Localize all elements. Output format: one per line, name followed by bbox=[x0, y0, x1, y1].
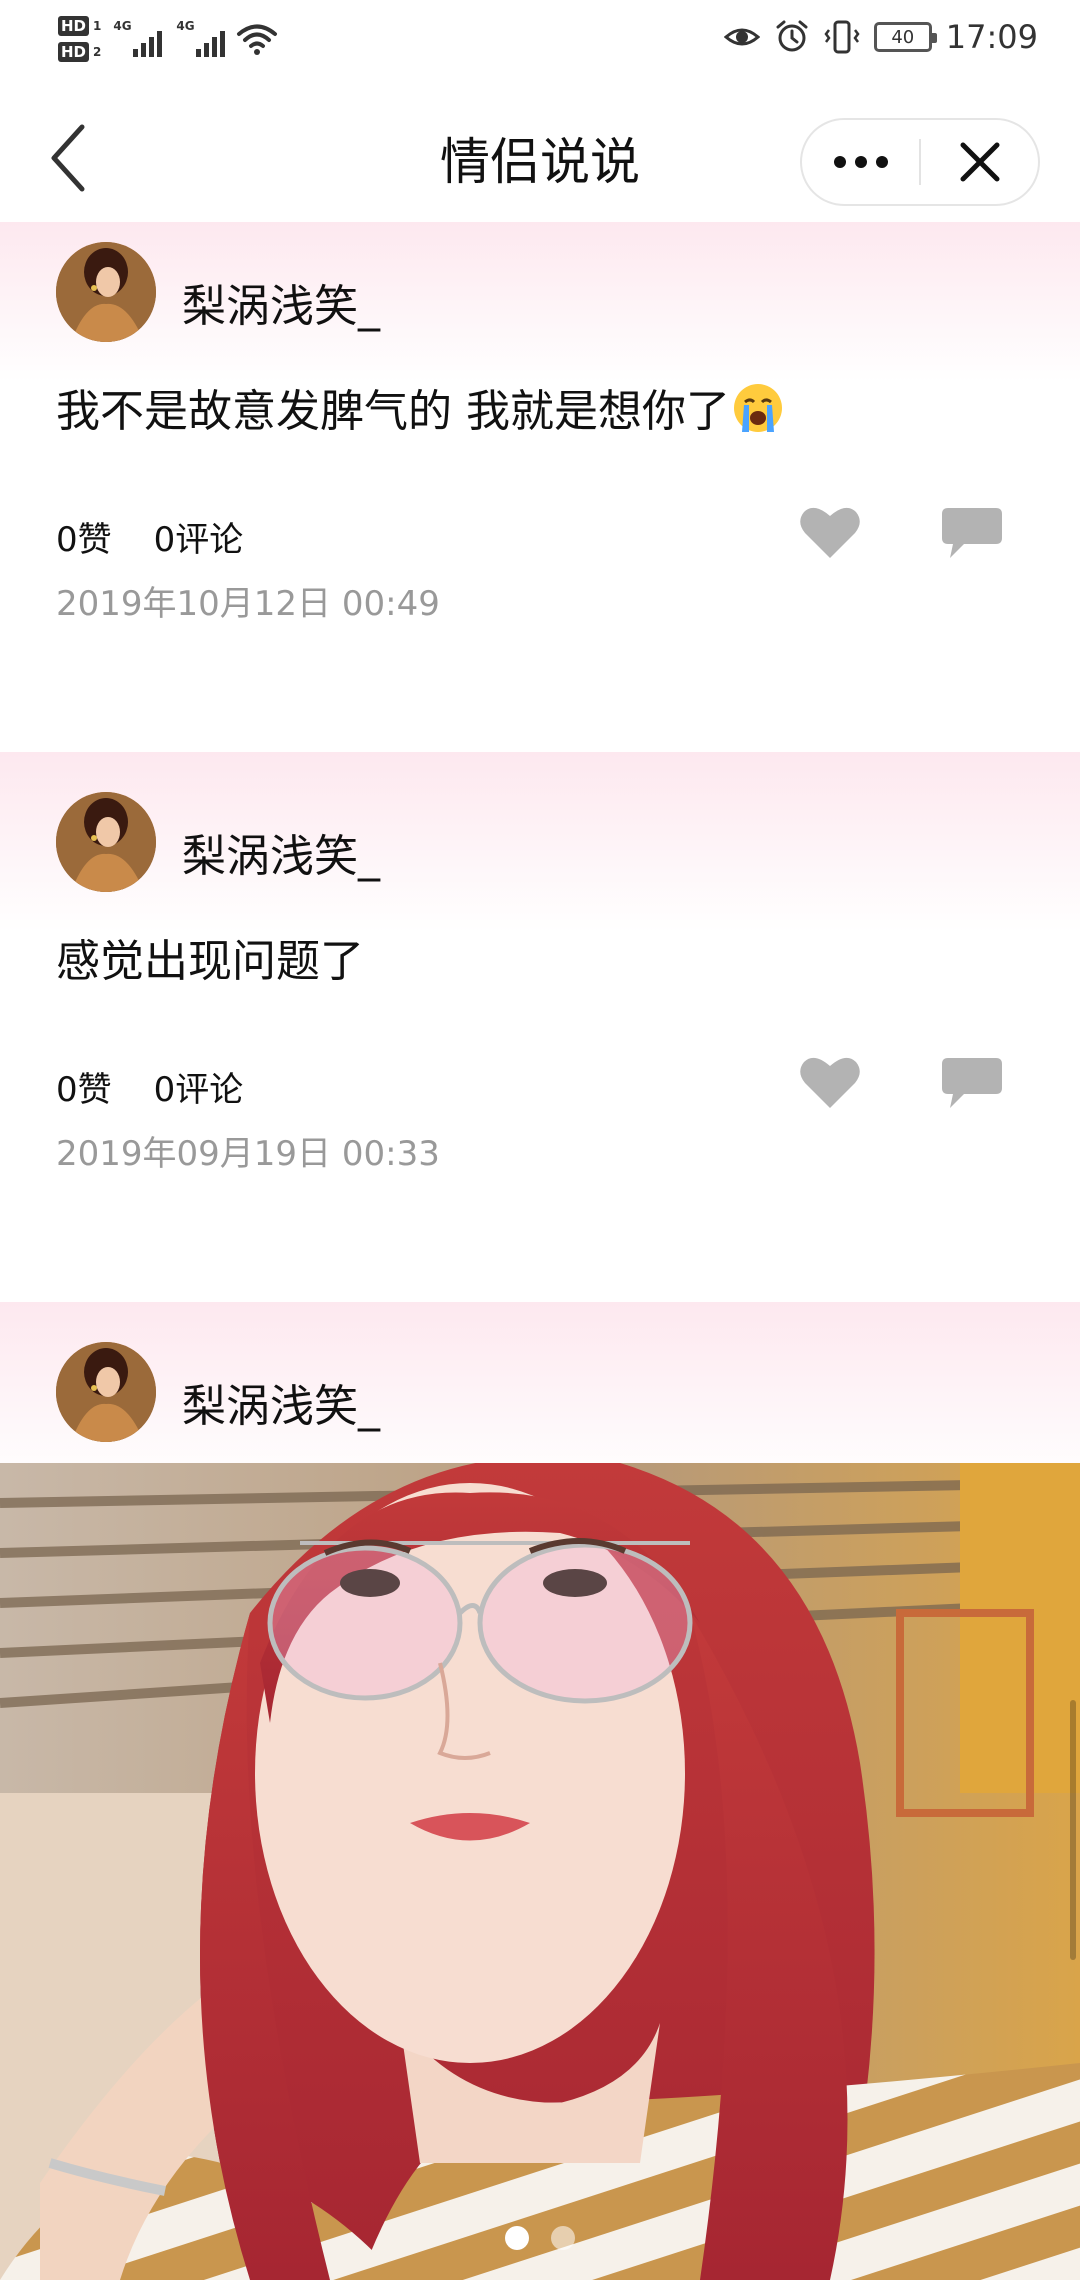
status-left: HD 1 HD 2 4G 4G bbox=[58, 16, 279, 62]
signal-1-icon: 4G bbox=[113, 19, 163, 57]
scrollbar[interactable] bbox=[1070, 1700, 1076, 1960]
alarm-icon bbox=[776, 20, 808, 52]
heart-icon[interactable] bbox=[798, 502, 862, 562]
battery-icon: 40 bbox=[873, 22, 937, 52]
close-icon bbox=[960, 142, 999, 182]
comment-icon[interactable] bbox=[940, 504, 1004, 562]
post-card: 梨涡浅笑_ 感觉出现问题了 0赞 0评论 2019年09月19日 00:33 bbox=[0, 752, 1080, 1302]
post-feed: 梨涡浅笑_ 我不是故意发脾气的 我就是想你了 0赞 0评论 2019年10月12日… bbox=[0, 222, 1080, 1484]
post-meta: 0赞 0评论 2019年10月12日 00:49 bbox=[0, 482, 1080, 752]
post-date: 2019年09月19日 00:33 bbox=[56, 1134, 440, 1174]
post-card: 梨涡浅笑_ 我不是故意发脾气的 我就是想你了 0赞 0评论 2019年10月12日… bbox=[0, 222, 1080, 752]
wifi-icon bbox=[237, 24, 278, 55]
nav-bar: 情侣说说 bbox=[0, 92, 1080, 222]
more-button[interactable] bbox=[802, 120, 919, 204]
avatar[interactable] bbox=[56, 1342, 156, 1442]
author-name[interactable]: 梨涡浅笑_ bbox=[182, 1370, 380, 1434]
post-text: 我不是故意发脾气的 我就是想你了 bbox=[0, 382, 1080, 482]
sim-indicators: HD 1 HD 2 bbox=[58, 16, 101, 62]
hd-badge-1: HD bbox=[58, 16, 90, 36]
clock: 17:09 bbox=[945, 18, 1038, 56]
carousel-dot-active[interactable] bbox=[505, 2226, 529, 2250]
author-name[interactable]: 梨涡浅笑_ bbox=[182, 270, 380, 334]
comment-count: 0评论 bbox=[153, 1070, 244, 1110]
like-count: 0赞 bbox=[56, 520, 112, 560]
comment-icon[interactable] bbox=[940, 1054, 1004, 1112]
author-name[interactable]: 梨涡浅笑_ bbox=[182, 820, 380, 884]
avatar-photo bbox=[56, 1342, 156, 1442]
selfie-photo[interactable] bbox=[0, 1463, 1080, 2280]
avatar-photo bbox=[56, 792, 156, 892]
comment-count: 0评论 bbox=[153, 520, 244, 560]
avatar[interactable] bbox=[56, 792, 156, 892]
avatar-photo bbox=[56, 242, 156, 342]
miniprogram-capsule bbox=[800, 118, 1040, 206]
status-right: 40 17:09 bbox=[723, 18, 1038, 56]
vibrate-icon bbox=[824, 20, 860, 54]
post-header: 梨涡浅笑_ bbox=[0, 222, 1080, 382]
selfie-image bbox=[0, 1463, 1080, 2280]
post-text: 感觉出现问题了 bbox=[56, 936, 364, 987]
post-counts: 0赞 0评论 bbox=[56, 1062, 285, 1111]
signal-2-icon: 4G bbox=[176, 19, 226, 57]
post-date: 2019年10月12日 00:49 bbox=[56, 584, 440, 624]
post-card: 梨涡浅笑_ bbox=[0, 1302, 1080, 1484]
close-button[interactable] bbox=[921, 120, 1038, 204]
heart-icon[interactable] bbox=[798, 1052, 862, 1112]
more-dots-icon bbox=[833, 156, 888, 168]
status-bar: HD 1 HD 2 4G 4G 40 17:09 bbox=[0, 0, 1080, 92]
like-count: 0赞 bbox=[56, 1070, 112, 1110]
eye-icon bbox=[723, 28, 760, 46]
post-counts: 0赞 0评论 bbox=[56, 512, 285, 561]
carousel-indicator bbox=[0, 2226, 1080, 2250]
post-header: 梨涡浅笑_ bbox=[0, 1302, 1080, 1484]
avatar[interactable] bbox=[56, 242, 156, 342]
hd-badge-2: HD bbox=[58, 42, 90, 62]
carousel-dot[interactable] bbox=[551, 2226, 575, 2250]
crying-face-icon bbox=[734, 384, 782, 432]
post-meta: 0赞 0评论 2019年09月19日 00:33 bbox=[0, 1032, 1080, 1302]
post-header: 梨涡浅笑_ bbox=[0, 752, 1080, 932]
